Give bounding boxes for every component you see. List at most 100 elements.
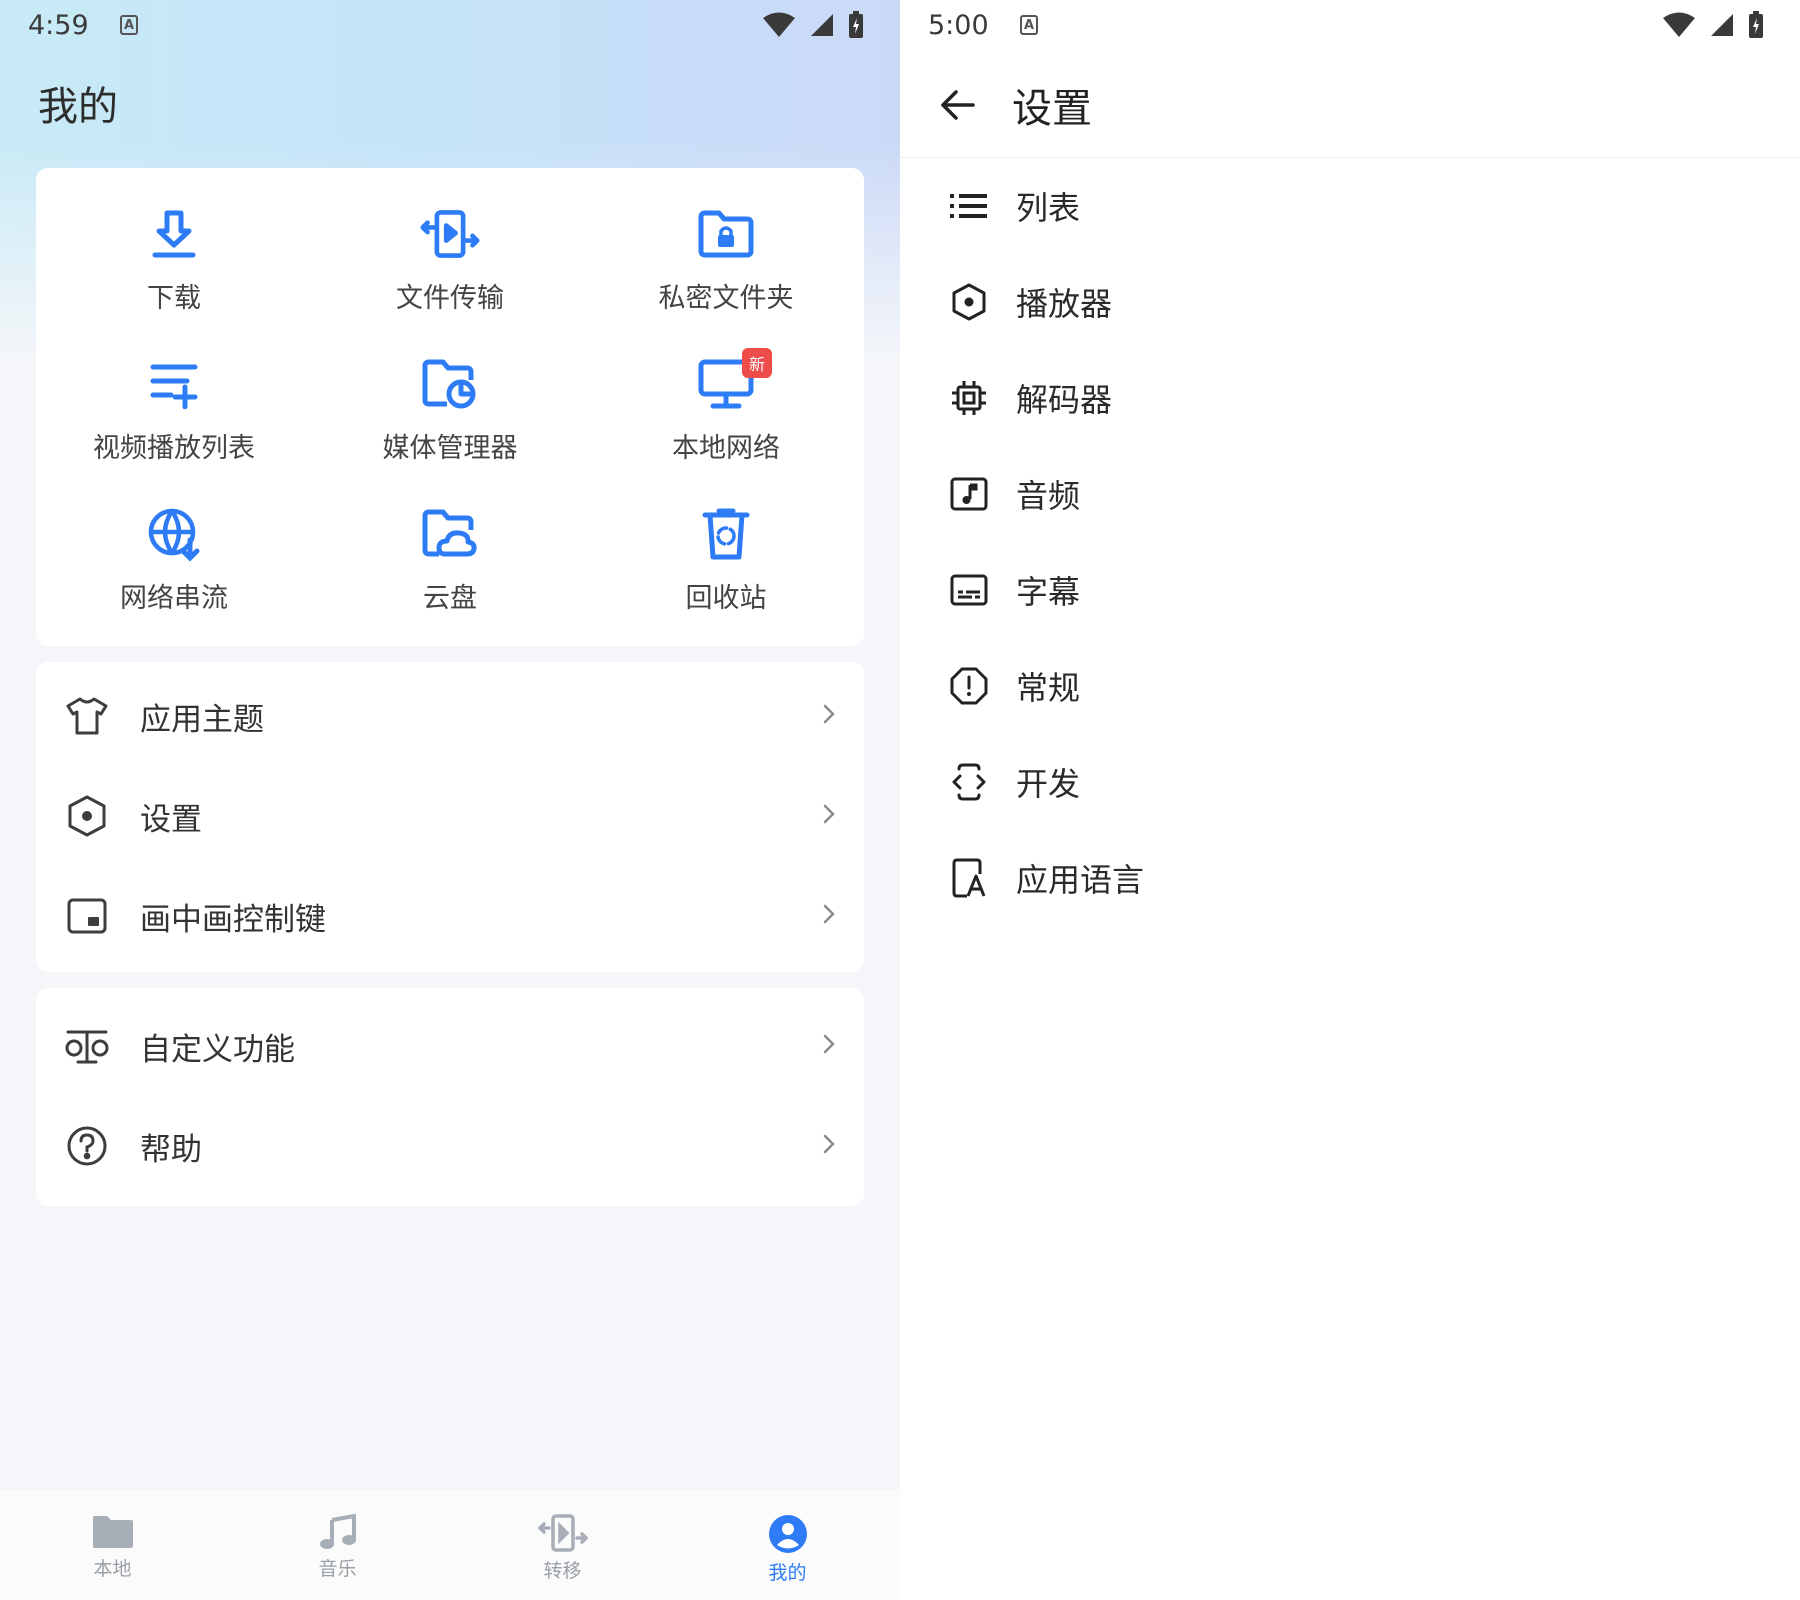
settings-label: 音频 xyxy=(1016,477,1081,515)
settings-screen: 5:00 A 设置 列表 播放器 解码器 音频 字幕 常规 开发 应用语言 xyxy=(900,0,1800,1600)
menu-item-settings[interactable]: 设置 xyxy=(36,766,864,866)
tile-label: 网络串流 xyxy=(120,583,228,614)
profile-icon xyxy=(768,1515,807,1553)
menu-label: 帮助 xyxy=(140,1131,202,1168)
player-hexagon-icon xyxy=(948,281,990,323)
cloud-folder-icon xyxy=(420,504,480,564)
tile-label: 本地网络 xyxy=(672,433,780,464)
network-stream-icon xyxy=(144,504,204,564)
tile-label: 媒体管理器 xyxy=(382,433,518,464)
status-time: 4:59 xyxy=(28,9,89,41)
chevron-right-icon xyxy=(822,1033,836,1059)
nav-me[interactable]: 我的 xyxy=(675,1490,900,1600)
balance-icon xyxy=(64,1023,110,1069)
download-icon xyxy=(144,204,204,264)
nav-local[interactable]: 本地 xyxy=(0,1490,225,1600)
keyboard-a-icon: A xyxy=(120,15,138,35)
status-time: 5:00 xyxy=(928,9,989,41)
tile-local-network[interactable]: 新 本地网络 xyxy=(588,348,864,504)
settings-label: 常规 xyxy=(1016,669,1081,707)
tile-label: 视频播放列表 xyxy=(93,433,255,464)
wifi-icon xyxy=(1663,12,1695,37)
tile-download[interactable]: 下载 xyxy=(36,204,312,354)
wifi-icon xyxy=(763,12,795,37)
tile-cloud-drive[interactable]: 云盘 xyxy=(312,504,588,654)
settings-item-list[interactable]: 列表 xyxy=(900,158,1800,254)
settings-label: 字幕 xyxy=(1016,573,1081,611)
page-title: 我的 xyxy=(38,84,118,130)
language-icon xyxy=(948,857,990,899)
battery-charging-icon xyxy=(1749,11,1763,38)
menu-card-extras: 自定义功能 帮助 xyxy=(36,988,864,1206)
chip-icon xyxy=(948,377,990,419)
tile-label: 下载 xyxy=(147,283,201,314)
audio-icon xyxy=(948,473,990,515)
list-icon xyxy=(948,185,990,227)
menu-item-help[interactable]: 帮助 xyxy=(36,1096,864,1196)
subtitle-icon xyxy=(948,569,990,611)
settings-label: 解码器 xyxy=(1016,381,1113,419)
transfer-icon xyxy=(537,1514,588,1552)
feature-grid-card: 下载 文件传输 私密文件夹 视频播放列表 媒体管理器 新 本地网络 网络串流 云… xyxy=(36,168,864,646)
page-title: 设置 xyxy=(1012,85,1092,132)
status-bar: 4:59 A xyxy=(0,0,900,50)
bottom-navigation: 本地 音乐 转移 我的 xyxy=(0,1490,900,1600)
tile-recycle-bin[interactable]: 回收站 xyxy=(588,504,864,654)
nav-label: 本地 xyxy=(93,1558,132,1580)
tile-label: 私密文件夹 xyxy=(658,283,794,314)
settings-item-decoder[interactable]: 解码器 xyxy=(900,350,1800,446)
tile-network-stream[interactable]: 网络串流 xyxy=(36,504,312,654)
settings-item-audio[interactable]: 音频 xyxy=(900,446,1800,542)
local-network-icon: 新 xyxy=(696,348,772,414)
signal-icon xyxy=(811,14,833,36)
tile-media-manager[interactable]: 媒体管理器 xyxy=(312,354,588,504)
settings-label: 开发 xyxy=(1016,765,1081,803)
playlist-add-icon xyxy=(144,354,204,414)
media-manager-icon xyxy=(420,354,480,414)
pip-icon xyxy=(64,893,110,939)
menu-label: 设置 xyxy=(140,801,202,838)
settings-label: 播放器 xyxy=(1016,285,1113,323)
tile-private-folder[interactable]: 私密文件夹 xyxy=(588,204,864,354)
nav-music[interactable]: 音乐 xyxy=(225,1490,450,1600)
settings-item-subtitle[interactable]: 字幕 xyxy=(900,542,1800,638)
menu-card-settings: 应用主题 设置 画中画控制键 xyxy=(36,662,864,972)
chevron-right-icon xyxy=(822,803,836,829)
settings-list: 列表 播放器 解码器 音频 字幕 常规 开发 应用语言 xyxy=(900,158,1800,926)
settings-item-developer[interactable]: 开发 xyxy=(900,734,1800,830)
menu-label: 画中画控制键 xyxy=(140,901,326,938)
chevron-right-icon xyxy=(822,703,836,729)
private-folder-icon xyxy=(696,204,756,264)
tile-label: 文件传输 xyxy=(396,283,504,314)
menu-label: 应用主题 xyxy=(140,701,264,738)
menu-item-app-theme[interactable]: 应用主题 xyxy=(36,666,864,766)
menu-item-custom-features[interactable]: 自定义功能 xyxy=(36,996,864,1096)
settings-item-app-language[interactable]: 应用语言 xyxy=(900,830,1800,926)
signal-icon xyxy=(1711,14,1733,36)
tile-file-transfer[interactable]: 文件传输 xyxy=(312,204,588,354)
tile-video-playlist[interactable]: 视频播放列表 xyxy=(36,354,312,504)
settings-label: 应用语言 xyxy=(1016,861,1145,899)
settings-hexagon-icon xyxy=(64,793,110,839)
new-badge: 新 xyxy=(742,348,772,378)
status-bar: 5:00 A xyxy=(900,0,1800,50)
info-octagon-icon xyxy=(948,665,990,707)
file-transfer-icon xyxy=(420,204,480,264)
my-page-screen: 4:59 A 我的 下载 文件传输 私密文件夹 视频播放列表 媒体管理器 新 本… xyxy=(0,0,900,1600)
chevron-right-icon xyxy=(822,903,836,929)
keyboard-a-icon: A xyxy=(1020,15,1038,35)
menu-label: 自定义功能 xyxy=(140,1031,295,1068)
app-bar: 设置 xyxy=(900,52,1800,158)
menu-item-pip-controls[interactable]: 画中画控制键 xyxy=(36,866,864,966)
nav-label: 我的 xyxy=(768,1562,807,1584)
help-icon xyxy=(64,1123,110,1169)
tile-label: 云盘 xyxy=(423,583,477,614)
settings-item-player[interactable]: 播放器 xyxy=(900,254,1800,350)
settings-label: 列表 xyxy=(1016,189,1081,227)
music-icon xyxy=(319,1514,356,1549)
nav-transfer[interactable]: 转移 xyxy=(450,1490,675,1600)
battery-charging-icon xyxy=(849,11,863,38)
settings-item-general[interactable]: 常规 xyxy=(900,638,1800,734)
chevron-right-icon xyxy=(822,1133,836,1159)
back-arrow-icon[interactable] xyxy=(938,85,978,125)
